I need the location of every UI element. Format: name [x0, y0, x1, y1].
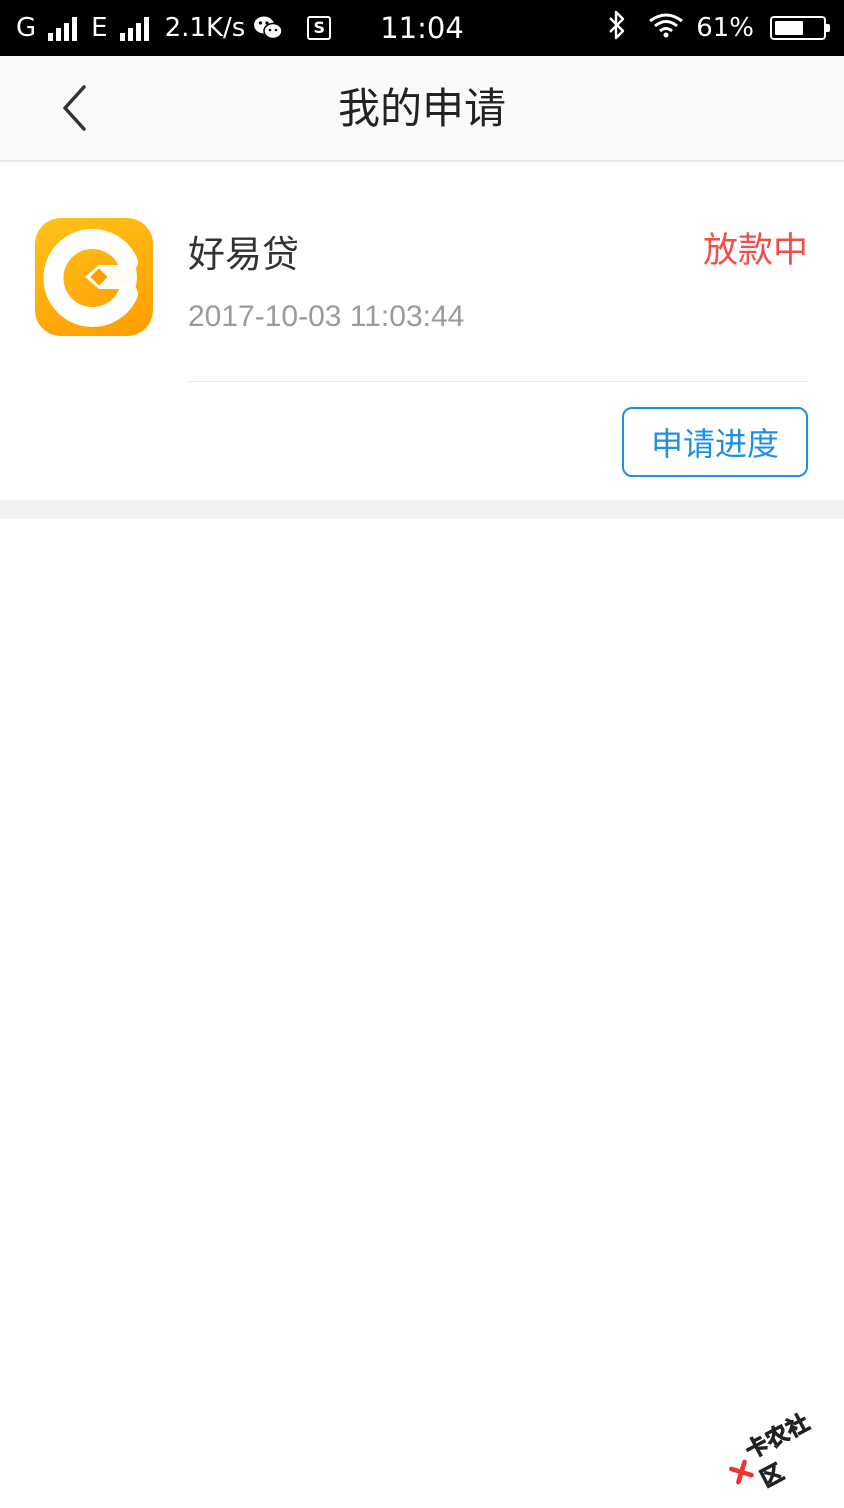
- status-bar-right: 61%: [608, 0, 826, 56]
- signal-icon: [48, 15, 77, 41]
- divider: [188, 381, 808, 382]
- status-badge: 放款中: [703, 222, 808, 273]
- page-title: 我的申请: [0, 56, 844, 162]
- status-bar: G E 2.1K/s S 11:04: [0, 0, 844, 56]
- application-datetime: 2017-10-03 11:03:44: [188, 300, 464, 334]
- chevron-left-icon: [60, 84, 90, 132]
- application-progress-button[interactable]: 申请进度: [622, 407, 808, 477]
- network-speed: 2.1K/s: [165, 13, 246, 43]
- signal-icon-2: [120, 15, 149, 41]
- wechat-icon: [253, 15, 283, 41]
- battery-percent: 61%: [696, 13, 754, 43]
- wifi-icon: [648, 12, 684, 45]
- application-card[interactable]: 好易贷 2017-10-03 11:03:44 放款中 申请进度: [0, 164, 844, 500]
- haoyidai-logo-icon: [35, 218, 153, 336]
- bluetooth-icon: [608, 10, 626, 47]
- status-bar-left: G E 2.1K/s S: [16, 0, 331, 56]
- battery-icon: [770, 16, 826, 40]
- carrier-e-label: E: [91, 13, 107, 43]
- battery-fill: [775, 21, 803, 35]
- s-app-icon: S: [307, 16, 331, 40]
- status-time: 11:04: [380, 11, 464, 45]
- watermark-text: 卡农社区: [739, 1397, 844, 1494]
- app-name: 好易贷: [188, 224, 299, 278]
- nav-bar: 我的申请: [0, 56, 844, 162]
- carrier-g-label: G: [16, 13, 36, 43]
- back-button[interactable]: [50, 80, 100, 136]
- watermark: 卡农社区: [716, 1394, 844, 1507]
- section-separator: [0, 500, 844, 519]
